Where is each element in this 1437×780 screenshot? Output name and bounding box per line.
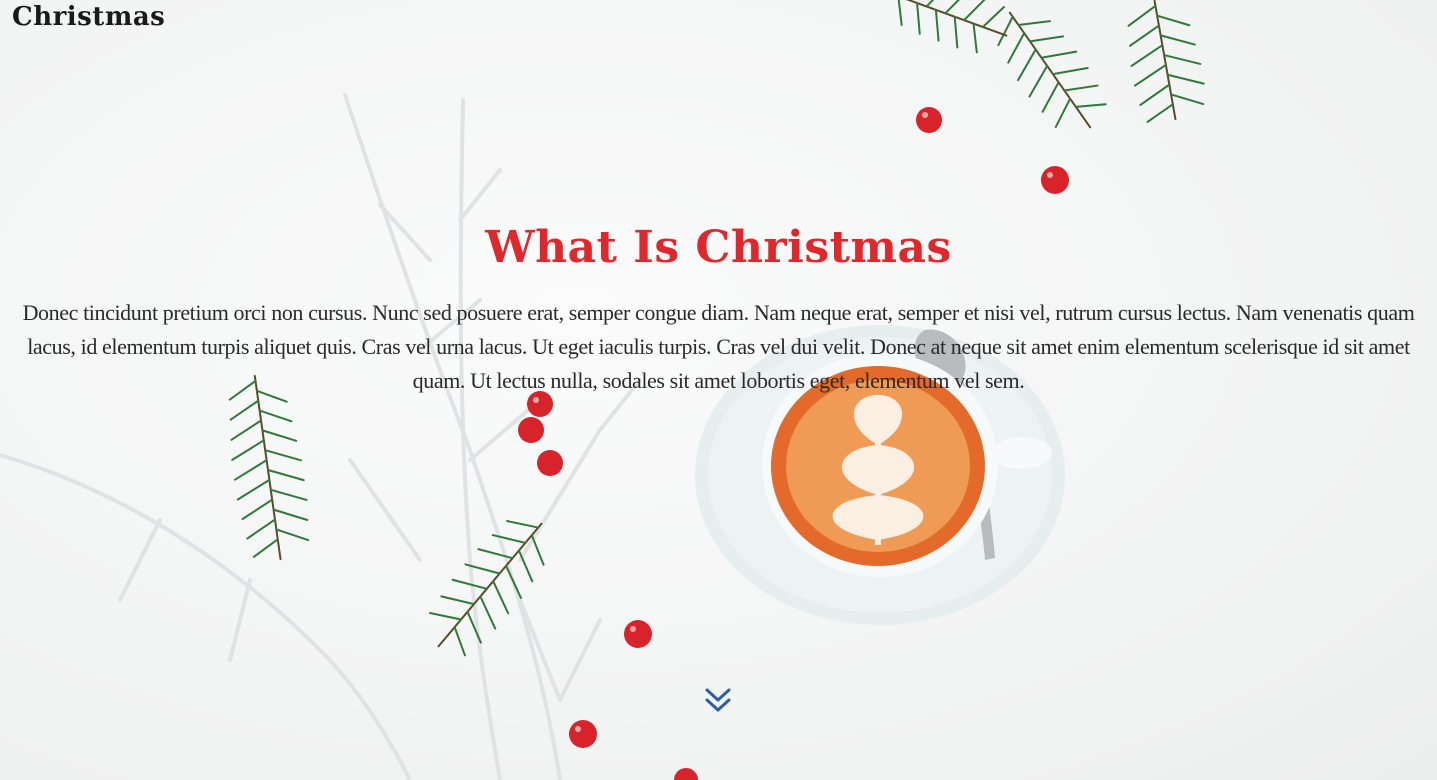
hero-description: Donec tincidunt pretium orci non cursus.… [22, 300, 1415, 393]
site-logo[interactable]: Christmas [12, 2, 165, 32]
hero-title: What Is Christmas [485, 222, 952, 273]
pine-sprig [1127, 0, 1205, 123]
double-chevron-down-icon [705, 688, 731, 712]
scroll-down-button[interactable] [704, 686, 732, 716]
hero-section: Christmas What Is Christmas Donec tincid… [0, 0, 1437, 780]
